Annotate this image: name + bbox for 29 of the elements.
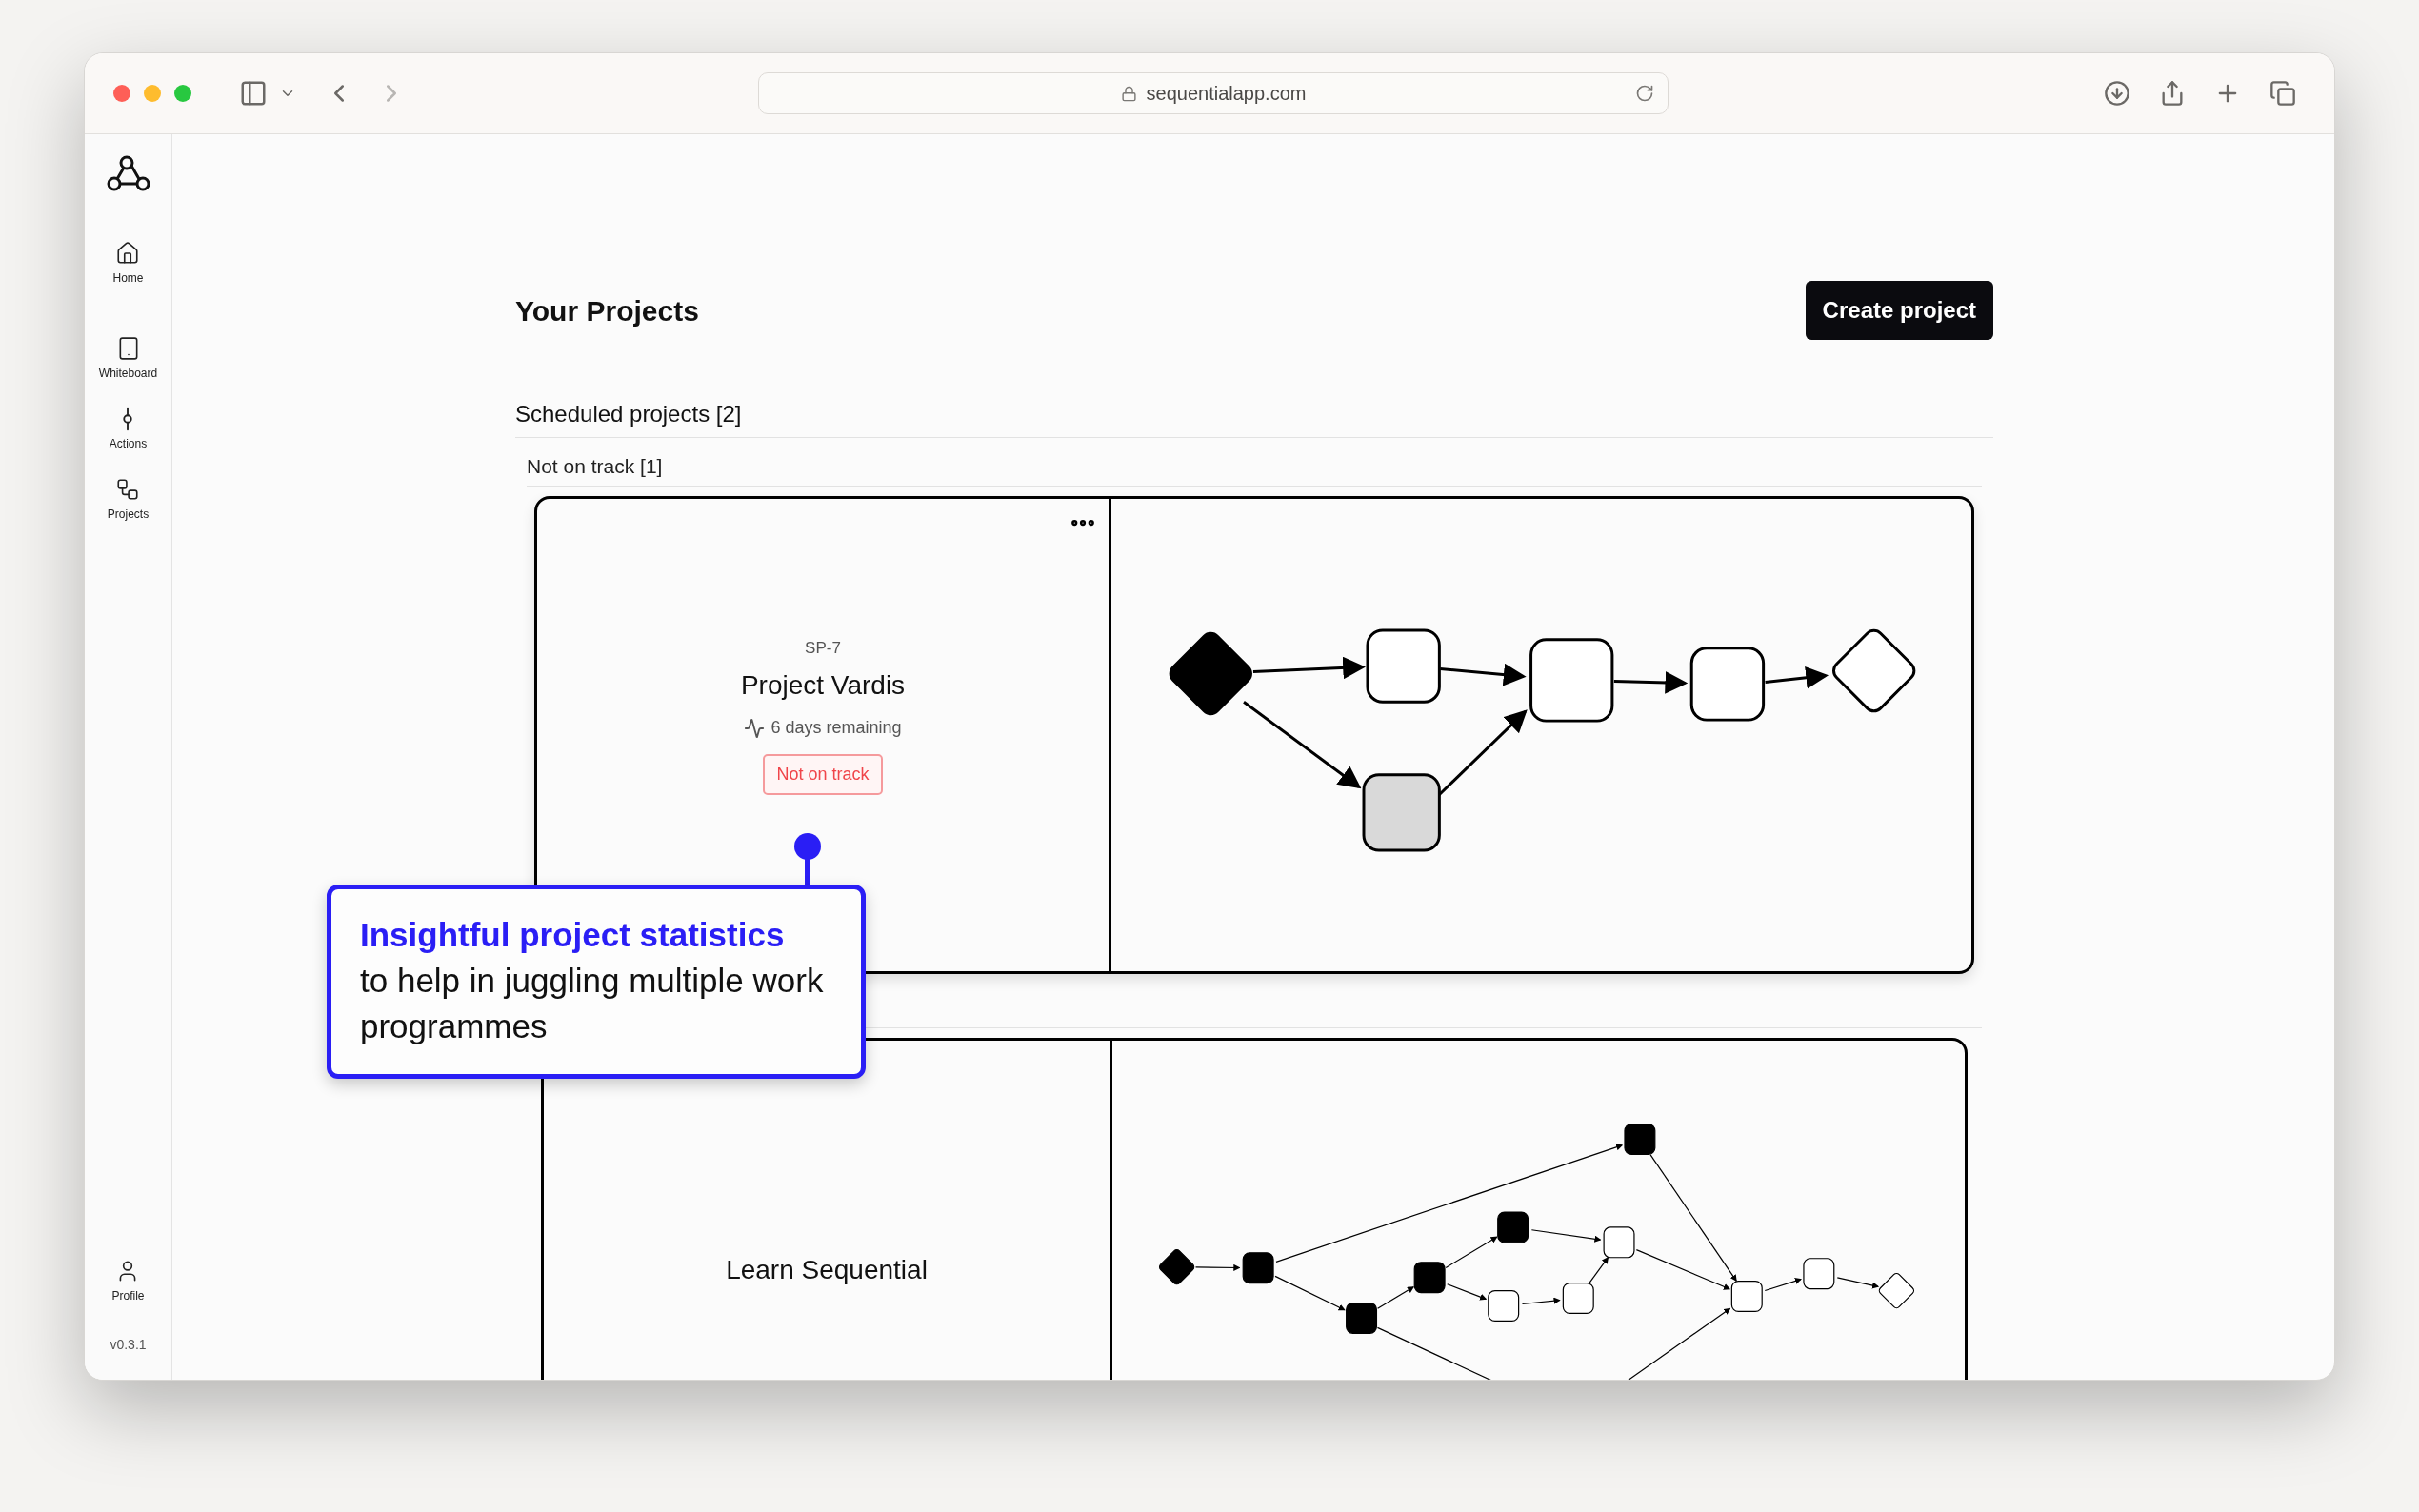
- project-name: Project Vardis: [740, 669, 906, 703]
- app-logo-icon[interactable]: [105, 155, 151, 193]
- download-icon[interactable]: [2104, 80, 2130, 107]
- project-key: SP-7: [805, 635, 841, 661]
- days-remaining-text: 6 days remaining: [770, 717, 902, 740]
- lock-icon: [1120, 85, 1137, 102]
- sidebar-nav-item[interactable]: Whiteboard: [98, 336, 158, 382]
- home-icon: [115, 241, 141, 266]
- project-name: Learn Sequential: [726, 1253, 928, 1286]
- close-window-button[interactable]: [113, 85, 130, 102]
- section-heading: Scheduled projects [2]: [515, 397, 1993, 438]
- group-heading: Not on track [1]: [527, 451, 1982, 487]
- url-text: sequentialapp.com: [1146, 82, 1307, 106]
- sidebar-nav-item[interactable]: Actions: [109, 407, 148, 452]
- status-badge: Not on track: [763, 754, 883, 796]
- profile-nav-item[interactable]: Profile: [111, 1259, 145, 1304]
- address-bar[interactable]: sequentialapp.com: [758, 72, 1669, 114]
- project-card[interactable]: Learn Sequential: [541, 1037, 1968, 1380]
- sidebar-toggle-icon[interactable]: [239, 79, 268, 108]
- commit-icon: [123, 407, 133, 431]
- tabs-overview-icon[interactable]: [2269, 80, 2296, 107]
- activity-icon: [744, 717, 766, 739]
- sidebar-nav-item[interactable]: Home: [112, 241, 144, 287]
- reload-icon[interactable]: [1635, 84, 1654, 103]
- version-label: v0.3.1: [110, 1336, 147, 1354]
- create-project-button[interactable]: Create project: [1805, 281, 1993, 340]
- sidebar-nav-item[interactable]: Projects: [107, 477, 150, 523]
- page-title: Your Projects: [515, 293, 699, 328]
- nodes-icon: [115, 477, 141, 502]
